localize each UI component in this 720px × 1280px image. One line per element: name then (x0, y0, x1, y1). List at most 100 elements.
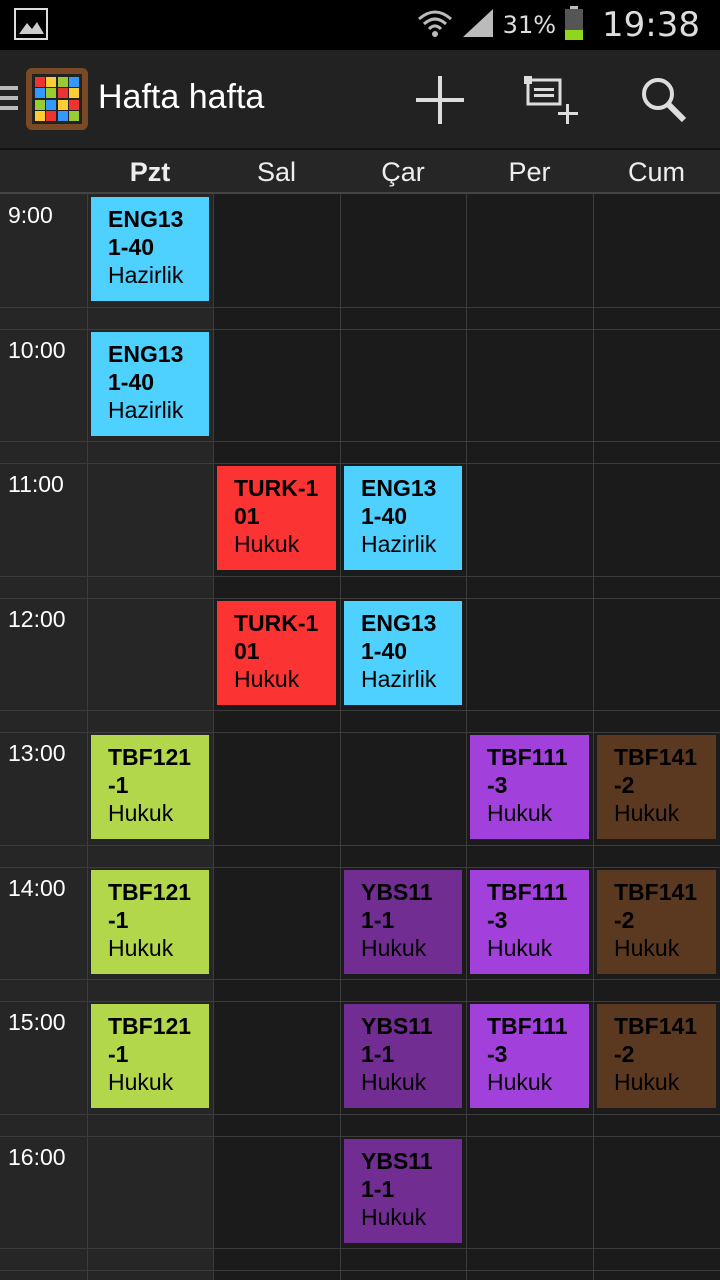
day-column-bg (213, 194, 340, 1280)
hour-divider (0, 1001, 720, 1002)
column-divider (340, 194, 341, 1280)
event-location: Hukuk (108, 934, 174, 961)
event-block[interactable]: YBS11 1-1 Hukuk (344, 1138, 462, 1243)
event-course-code: TBF141 -2 (614, 1013, 698, 1067)
hour-divider (0, 1248, 720, 1249)
event-block[interactable]: TURK-1 01 Hukuk (217, 466, 336, 570)
event-location: Hukuk (487, 1069, 553, 1095)
event-location: Hukuk (614, 1069, 680, 1095)
hour-divider (0, 1113, 720, 1115)
event-course-code: TBF121 -1 (108, 878, 192, 933)
battery-percent: 31% (502, 11, 557, 39)
hour-divider (0, 328, 720, 330)
event-block[interactable]: TBF141 -2 Hukuk (597, 735, 716, 839)
hour-label: 11:00 (8, 471, 64, 497)
event-location: Hukuk (614, 934, 680, 961)
hour-label: 9:00 (8, 202, 53, 228)
list-add-icon (524, 76, 578, 124)
hour-divider (0, 597, 720, 599)
event-location: Hukuk (361, 1069, 427, 1095)
hour-divider (0, 575, 720, 577)
search-icon (642, 78, 687, 123)
add-list-button[interactable] (522, 70, 582, 130)
column-divider (593, 194, 594, 1280)
week-grid[interactable]: Pzt Sal Çar Per Cum 9:00 10:00 11:00 12:00 13:00 1… (0, 150, 720, 1280)
hour-divider (0, 866, 720, 868)
status-bar: 31% 19:38 (0, 0, 720, 50)
event-course-code: TURK-1 01 (234, 609, 319, 664)
hour-label: 14:00 (8, 874, 66, 901)
hour-label: 16:00 (8, 1143, 66, 1170)
day-header-3[interactable]: Çar (340, 150, 466, 194)
event-course-code: TBF121 -1 (108, 744, 192, 798)
event-location: Hazirlik (108, 396, 184, 423)
search-button[interactable] (634, 70, 694, 130)
event-block[interactable]: TBF111 -3 Hukuk (470, 869, 589, 974)
event-location: Hukuk (108, 800, 174, 826)
hour-divider (0, 1270, 720, 1271)
event-location: Hukuk (487, 800, 553, 826)
event-location: Hukuk (234, 531, 300, 557)
day-header-5[interactable]: Cum (593, 150, 720, 194)
event-course-code: TURK-1 01 (234, 475, 319, 529)
event-course-code: ENG13 1-40 (108, 340, 184, 395)
event-block[interactable]: YBS11 1-1 Hukuk (344, 869, 462, 974)
hour-label: 10:00 (8, 336, 66, 363)
event-location: Hukuk (234, 665, 300, 692)
hour-divider (0, 463, 720, 464)
event-location: Hukuk (614, 800, 680, 826)
action-bar: Hafta hafta (0, 50, 720, 150)
day-header-2[interactable]: Sal (213, 150, 340, 194)
event-block[interactable]: TBF121 -1 Hukuk (91, 1004, 209, 1108)
clock: 19:38 (602, 5, 700, 45)
battery-icon (564, 6, 584, 44)
event-block[interactable]: TURK-1 01 Hukuk (217, 600, 336, 705)
event-block[interactable]: TBF111 -3 Hukuk (470, 1004, 589, 1108)
event-block[interactable]: TBF111 -3 Hukuk (470, 735, 589, 839)
event-block[interactable]: ENG13 1-40 Hazirlik (91, 331, 209, 436)
drawer-menu-icon[interactable] (0, 86, 18, 116)
event-block[interactable]: ENG13 1-40 Hazirlik (91, 197, 209, 301)
event-course-code: TBF141 -2 (614, 744, 698, 798)
event-course-code: TBF141 -2 (614, 878, 698, 933)
event-course-code: ENG13 1-40 (361, 609, 437, 664)
event-location: Hukuk (487, 934, 553, 961)
event-block[interactable]: ENG13 1-40 Hazirlik (344, 466, 462, 570)
event-block[interactable]: TBF141 -2 Hukuk (597, 869, 716, 974)
hour-label: 13:00 (8, 740, 66, 766)
screen-title[interactable]: Hafta hafta (98, 78, 264, 117)
event-course-code: YBS11 1-1 (361, 878, 433, 933)
app-logo-icon[interactable] (26, 68, 88, 130)
signal-icon (461, 7, 495, 43)
event-course-code: TBF111 -3 (487, 878, 568, 933)
event-block[interactable]: TBF121 -1 Hukuk (91, 869, 209, 974)
event-location: Hazirlik (108, 262, 184, 288)
column-divider (466, 194, 467, 1280)
event-course-code: YBS11 1-1 (361, 1147, 433, 1202)
hour-label: 15:00 (8, 1009, 66, 1035)
event-block[interactable]: TBF121 -1 Hukuk (91, 735, 209, 839)
event-location: Hukuk (361, 1203, 427, 1230)
event-course-code: ENG13 1-40 (108, 206, 184, 260)
hour-divider (0, 1135, 720, 1137)
image-notification-icon (14, 8, 48, 40)
event-course-code: TBF111 -3 (487, 1013, 568, 1067)
day-header-1[interactable]: Pzt (87, 150, 213, 194)
event-block[interactable]: TBF141 -2 Hukuk (597, 1004, 716, 1108)
column-divider (213, 194, 214, 1280)
hour-label: 12:00 (8, 605, 66, 632)
event-block[interactable]: ENG13 1-40 Hazirlik (344, 600, 462, 705)
hour-divider (0, 844, 720, 846)
event-block[interactable]: YBS11 1-1 Hukuk (344, 1004, 462, 1108)
event-location: Hukuk (361, 934, 427, 961)
event-course-code: YBS11 1-1 (361, 1013, 433, 1067)
wifi-icon (417, 5, 453, 45)
day-header-4[interactable]: Per (466, 150, 593, 194)
event-location: Hazirlik (361, 531, 437, 557)
event-location: Hukuk (108, 1069, 174, 1095)
event-course-code: TBF121 -1 (108, 1013, 192, 1067)
event-location: Hazirlik (361, 665, 437, 692)
hour-divider (0, 979, 720, 980)
hour-divider (0, 710, 720, 711)
add-event-button[interactable] (410, 70, 470, 130)
